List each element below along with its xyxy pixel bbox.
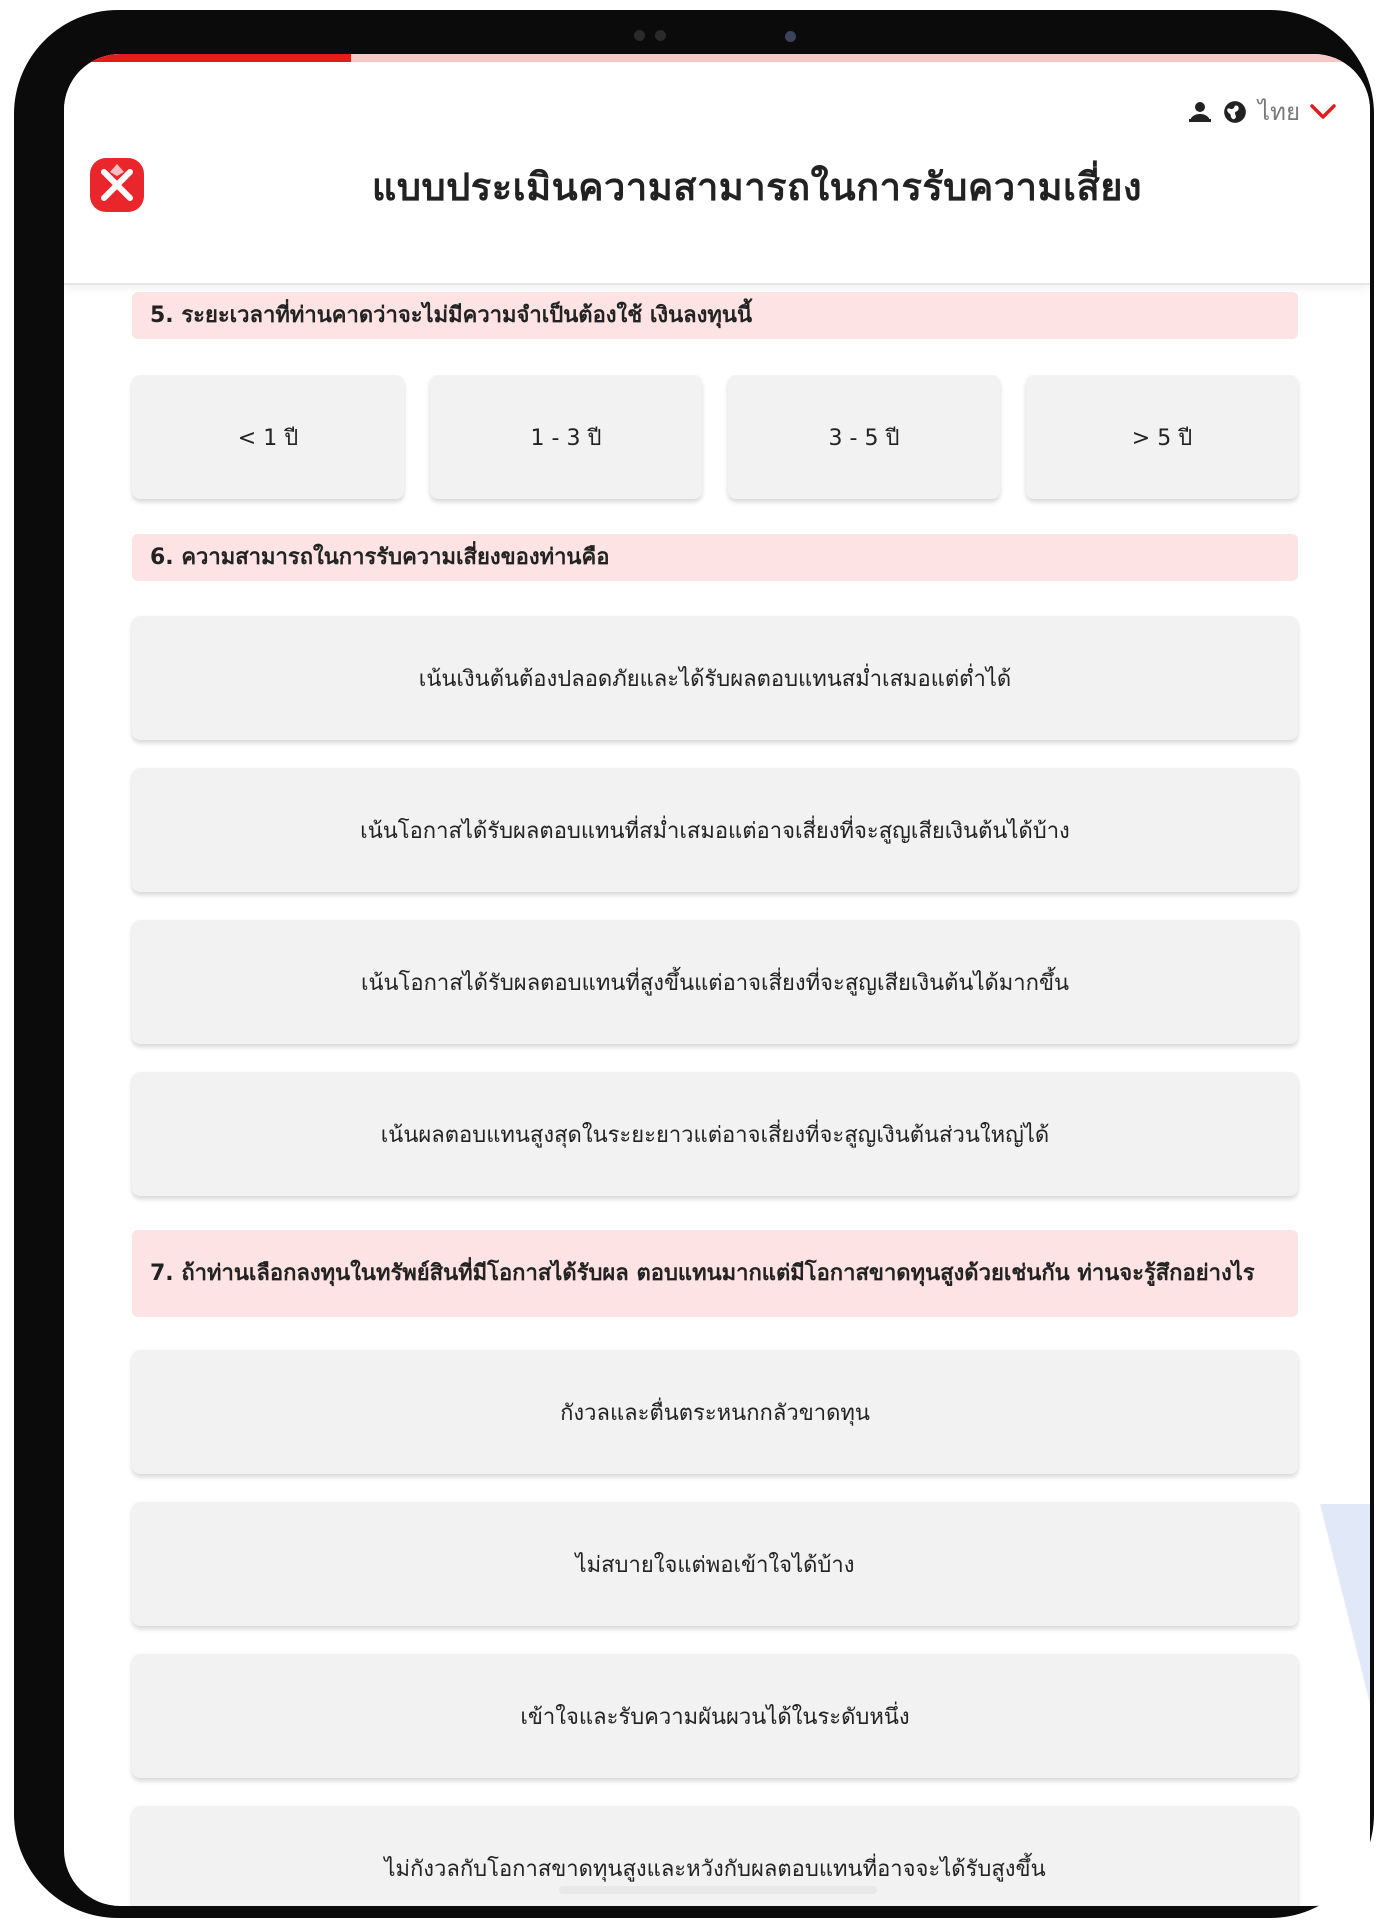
globe-icon[interactable] xyxy=(1222,99,1248,125)
q6-option-4[interactable]: เน้นผลตอบแทนสูงสุดในระยะยาวแต่อาจเสี่ยงท… xyxy=(132,1072,1298,1196)
chevron-down-icon[interactable] xyxy=(1310,103,1336,121)
page-title: แบบประเมินความสามารถในการรับความเสี่ยง xyxy=(371,165,1143,209)
background-decoration xyxy=(1320,1504,1370,1704)
q6-option-1[interactable]: เน้นเงินต้นต้องปลอดภัยและได้รับผลตอบแทนส… xyxy=(132,616,1298,740)
camera-sensors xyxy=(634,30,666,41)
q6-option-3[interactable]: เน้นโอกาสได้รับผลตอบแทนที่สูงขึ้นแต่อาจเ… xyxy=(132,920,1298,1044)
progress-bar xyxy=(64,54,1370,62)
app-screen: ไทย แบบประเมินความสามารถในการรับความเสี่… xyxy=(64,54,1370,1906)
q5-option-2[interactable]: 1 - 3 ปี xyxy=(430,375,702,499)
q5-option-3[interactable]: 3 - 5 ปี xyxy=(728,375,1000,499)
question-7-label: 7. ถ้าท่านเลือกลงทุนในทรัพย์สินที่มีโอกา… xyxy=(132,1230,1298,1317)
q5-option-4[interactable]: > 5 ปี xyxy=(1026,375,1298,499)
q7-option-1[interactable]: กังวลและตื่นตระหนกกลัวขาดทุน xyxy=(132,1350,1298,1474)
app-header: ไทย แบบประเมินความสามารถในการรับความเสี่… xyxy=(64,62,1370,285)
camera-lens xyxy=(785,31,796,42)
user-icon[interactable] xyxy=(1188,100,1212,124)
question-6-label: 6. ความสามารถในการรับความเสี่ยงของท่านคื… xyxy=(132,534,1298,581)
progress-bar-fill xyxy=(64,54,352,62)
tablet-frame: ไทย แบบประเมินความสามารถในการรับความเสี่… xyxy=(14,10,1374,1918)
q6-option-2[interactable]: เน้นโอกาสได้รับผลตอบแทนที่สม่ำเสมอแต่อาจ… xyxy=(132,768,1298,892)
language-label[interactable]: ไทย xyxy=(1258,92,1300,131)
logo-icon xyxy=(86,154,148,216)
q5-option-1[interactable]: < 1 ปี xyxy=(132,375,404,499)
language-selector[interactable]: ไทย xyxy=(1188,92,1336,131)
q7-option-2[interactable]: ไม่สบายใจแต่พอเข้าใจได้บ้าง xyxy=(132,1502,1298,1626)
q7-option-3[interactable]: เข้าใจและรับความผันผวนได้ในระดับหนึ่ง xyxy=(132,1654,1298,1778)
question-5-label: 5. ระยะเวลาที่ท่านคาดว่าจะไม่มีความจำเป็… xyxy=(132,292,1298,339)
home-indicator[interactable] xyxy=(559,1886,877,1894)
